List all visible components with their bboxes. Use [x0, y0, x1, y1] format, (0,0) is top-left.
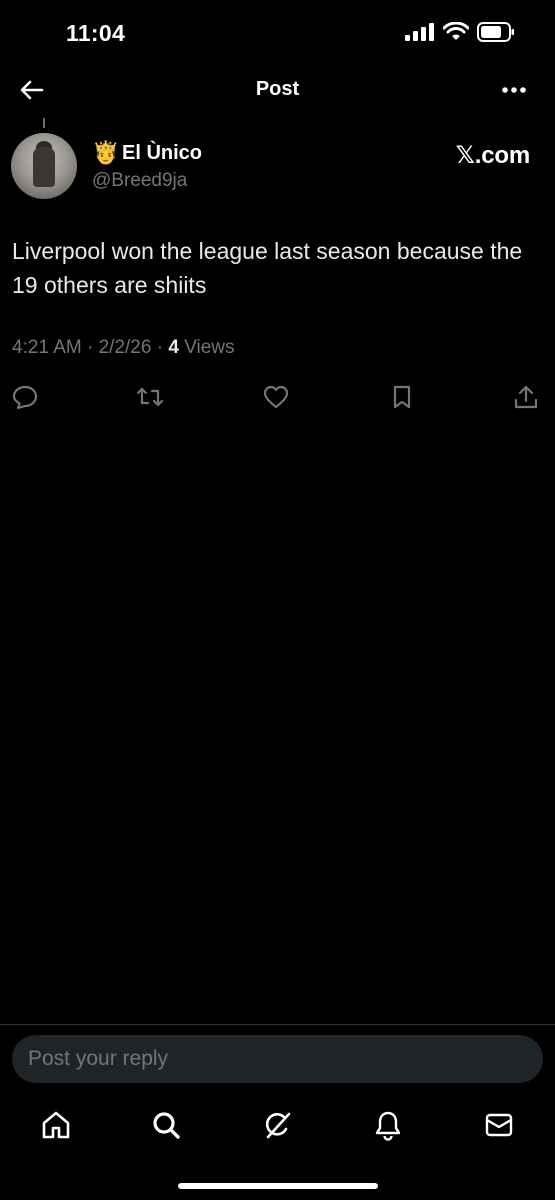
- bookmark-button[interactable]: [387, 382, 417, 412]
- x-com-badge: 𝕏.com: [455, 142, 531, 169]
- nav-grok[interactable]: [261, 1108, 295, 1142]
- status-icons: [405, 22, 515, 42]
- like-button[interactable]: [261, 382, 291, 412]
- share-button[interactable]: [511, 382, 541, 412]
- post-date: 2/2/26: [98, 337, 152, 358]
- thread-line: [43, 118, 45, 128]
- signal-icon: [405, 23, 434, 41]
- home-icon: [42, 1111, 70, 1139]
- meta-separator: ·: [87, 337, 94, 358]
- repost-icon: [136, 387, 164, 407]
- battery-icon: [477, 22, 514, 42]
- views-count: 4: [168, 337, 179, 358]
- name-emoji: 🤴: [92, 140, 120, 165]
- like-icon: [263, 385, 289, 409]
- messages-icon: [485, 1113, 513, 1137]
- notifications-icon: [375, 1111, 401, 1141]
- author-handle[interactable]: @Breed9ja: [92, 170, 187, 192]
- nav-home[interactable]: [39, 1108, 73, 1142]
- share-icon: [514, 385, 538, 409]
- views-label: Views: [184, 337, 235, 358]
- nav-notifications[interactable]: [371, 1108, 405, 1142]
- reply-button[interactable]: [10, 382, 40, 412]
- reply-icon: [12, 385, 38, 410]
- nav-search[interactable]: [149, 1108, 183, 1142]
- repost-button[interactable]: [135, 382, 165, 412]
- meta-separator: ·: [156, 337, 164, 358]
- home-indicator: [178, 1183, 378, 1189]
- post-meta: 4:21 AM · 2/2/26 · 4 Views: [12, 337, 235, 359]
- post-text: Liverpool won the league last season bec…: [12, 238, 523, 298]
- author-display-name[interactable]: El Ùnico: [122, 142, 202, 165]
- search-icon: [153, 1112, 180, 1139]
- status-time: 11:04: [66, 20, 126, 46]
- wifi-icon: [443, 22, 469, 40]
- reply-placeholder: Post your reply: [28, 1047, 169, 1070]
- divider: [0, 1024, 555, 1025]
- post-time: 4:21 AM: [12, 337, 82, 358]
- grok-icon: [265, 1112, 291, 1139]
- more-options-icon[interactable]: [501, 86, 527, 94]
- bookmark-icon: [393, 385, 411, 409]
- avatar[interactable]: [11, 133, 77, 199]
- page-title: Post: [255, 78, 300, 100]
- nav-messages[interactable]: [482, 1108, 516, 1142]
